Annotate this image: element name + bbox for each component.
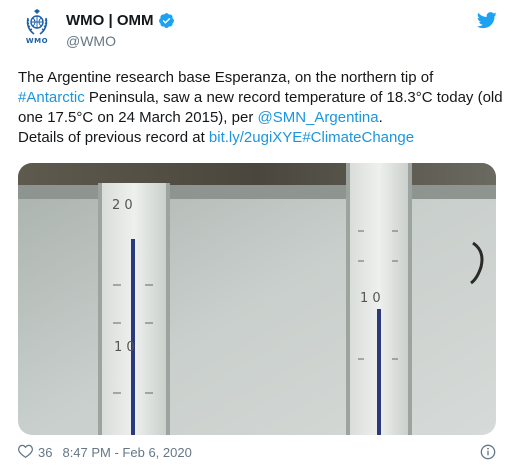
tweet-text: The Argentine research base Esperanza, o… [18,68,503,148]
tweet-photo[interactable]: 2 0 1 0 1 0 [18,163,496,435]
heart-icon[interactable] [18,444,33,461]
avatar-caption: WMO [25,37,49,45]
tweet-card: WMO WMO | OMM @WMO The Argentine researc… [0,0,513,464]
scale-label-bottom: 1 0 [114,340,135,355]
verified-badge-icon [158,12,175,29]
tweet-timestamp[interactable]: 8:47 PM - Feb 6, 2020 [62,445,191,460]
hashtag-climatechange-link[interactable]: #ClimateChange [302,129,414,146]
thermometer-photo: 2 0 1 0 1 0 [18,163,496,435]
short-url-link[interactable]: bit.ly/2ugiXYE [209,129,302,146]
author-display-name[interactable]: WMO | OMM [66,12,154,29]
tweet-text-part1: The Argentine research base Esperanza, o… [18,69,434,86]
twitter-bird-icon[interactable] [476,12,497,34]
author-handle[interactable]: @WMO [66,33,116,49]
mention-smn-argentina-link[interactable]: @SMN_Argentina [257,109,378,126]
author-name-row: WMO | OMM [66,12,175,29]
info-icon[interactable] [480,444,496,465]
hashtag-antarctic-link[interactable]: #Antarctic [18,89,85,106]
like-count[interactable]: 36 [38,445,52,460]
tweet-footer: 36 8:47 PM - Feb 6, 2020 [18,444,192,461]
scale-label-top: 2 0 [112,198,133,213]
wmo-emblem-icon [26,9,48,35]
scale-label-right: 1 0 [360,291,381,306]
avatar[interactable]: WMO [17,8,57,52]
